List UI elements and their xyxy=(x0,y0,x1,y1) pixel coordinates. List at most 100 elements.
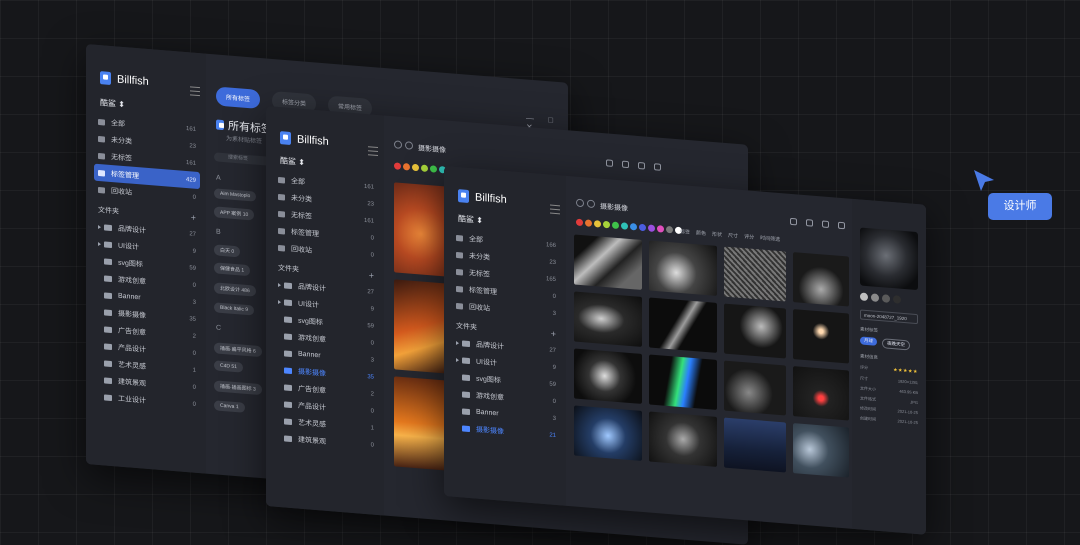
filter-icon[interactable] xyxy=(806,219,813,227)
thumbnail[interactable] xyxy=(394,279,448,374)
thumbnail[interactable] xyxy=(724,246,786,302)
filter-shape[interactable]: 形状 xyxy=(712,231,722,239)
thumbnail[interactable] xyxy=(649,411,717,467)
tag-pill[interactable]: Aim Mastoplo xyxy=(214,188,257,202)
thumbnail[interactable] xyxy=(793,423,849,478)
color-swatch[interactable] xyxy=(621,222,628,230)
color-swatch[interactable] xyxy=(639,223,646,232)
back-icon[interactable] xyxy=(576,198,584,208)
back-icon[interactable] xyxy=(394,140,402,149)
tag-pill[interactable]: 插画·插画图标 3 xyxy=(214,380,262,396)
color-swatch[interactable] xyxy=(576,218,583,227)
tag-pill[interactable]: APP 案例 10 xyxy=(214,206,255,221)
thumbnail[interactable] xyxy=(649,240,717,296)
tag-pill[interactable]: Black Italic 9 xyxy=(214,302,255,316)
thumbnail[interactable] xyxy=(793,366,849,421)
thumbnail[interactable] xyxy=(649,297,717,353)
palette-swatch[interactable] xyxy=(871,293,879,302)
palette-swatch[interactable] xyxy=(860,292,868,302)
thumbnail[interactable] xyxy=(724,417,786,473)
tag-pill[interactable]: 保健食品 1 xyxy=(214,262,251,277)
rating-stars[interactable]: ★★★★★ xyxy=(893,367,918,375)
view-tools xyxy=(606,159,661,171)
tag-chip[interactable]: 月球 xyxy=(860,336,877,346)
filter-date[interactable]: 时间筛选 xyxy=(760,234,780,243)
hamburger-icon[interactable] xyxy=(550,204,560,215)
tag-pill[interactable]: Canva 1 xyxy=(214,400,245,413)
color-swatch[interactable] xyxy=(394,162,401,170)
thumbnail[interactable] xyxy=(574,348,642,404)
thumbnail[interactable] xyxy=(574,291,642,347)
search-icon[interactable] xyxy=(790,217,797,226)
tag-search-input[interactable]: 搜索标签 xyxy=(214,152,274,167)
palette-swatch[interactable] xyxy=(893,295,901,304)
tag-pill[interactable]: 北欧设计 486 xyxy=(214,282,256,297)
tag-pill[interactable]: C4D 51 xyxy=(214,360,243,373)
color-swatch[interactable] xyxy=(666,225,673,234)
thumbnail[interactable] xyxy=(574,405,642,461)
color-swatch[interactable] xyxy=(421,164,428,173)
expand-caret-icon[interactable] xyxy=(278,282,281,287)
app-name: Billfish xyxy=(475,190,507,206)
color-swatch[interactable] xyxy=(630,222,637,231)
color-swatch[interactable] xyxy=(403,163,410,171)
thumbnail[interactable] xyxy=(793,252,849,307)
tag-pill[interactable]: 白天 0 xyxy=(214,244,241,258)
filter-tags[interactable]: 标签 xyxy=(680,228,690,236)
folder-icon xyxy=(462,356,470,364)
filter-icon[interactable] xyxy=(622,160,629,169)
forward-icon[interactable] xyxy=(587,199,595,209)
color-swatch[interactable] xyxy=(594,220,601,228)
add-folder-icon[interactable]: + xyxy=(369,270,374,280)
hamburger-icon[interactable] xyxy=(368,146,378,157)
tag-chip[interactable]: 夜晚天空 xyxy=(882,338,910,351)
palette-swatch[interactable] xyxy=(882,294,890,303)
expand-caret-icon[interactable] xyxy=(278,299,281,304)
tag-pill[interactable]: 插画·扁平风格 6 xyxy=(214,342,262,358)
folder-icon xyxy=(462,373,470,381)
thumbnail[interactable] xyxy=(649,354,717,410)
library-switcher[interactable]: 酷鲨 ⬍ xyxy=(280,155,305,168)
layout-icon[interactable] xyxy=(638,161,645,170)
thumbnail[interactable] xyxy=(724,303,786,359)
color-swatch[interactable] xyxy=(603,220,610,229)
library-switcher[interactable]: 酷鲨 ⬍ xyxy=(458,213,483,226)
expand-caret-icon[interactable] xyxy=(98,241,101,246)
filter-color[interactable]: 颜色 xyxy=(696,229,706,237)
grid-icon xyxy=(278,176,285,184)
sidebar-nav: 全部 161 未分类 23 无标签 161 标签管理 429 回收站 0 文件夹 + 品牌设… xyxy=(94,113,200,414)
search-icon[interactable] xyxy=(606,159,613,167)
color-swatch[interactable] xyxy=(430,165,437,173)
hamburger-icon[interactable] xyxy=(190,86,200,97)
filter-rating[interactable]: 评分 xyxy=(744,233,754,241)
color-swatch[interactable] xyxy=(412,163,419,172)
color-swatch[interactable] xyxy=(657,225,664,233)
filter-size[interactable]: 尺寸 xyxy=(728,232,738,240)
expand-caret-icon[interactable] xyxy=(456,340,459,345)
expand-caret-icon[interactable] xyxy=(98,224,101,229)
expand-caret-icon[interactable] xyxy=(456,357,459,362)
tag-group-letter: A xyxy=(216,174,221,182)
thumbnail[interactable] xyxy=(394,182,448,277)
color-swatch[interactable] xyxy=(648,224,655,232)
designer-badge: 设计师 xyxy=(988,193,1052,220)
add-folder-icon[interactable]: + xyxy=(551,329,556,339)
billfish-logo-icon xyxy=(100,71,111,86)
uncategorized-icon xyxy=(278,193,285,201)
add-folder-icon[interactable]: + xyxy=(191,212,196,222)
info-icon[interactable] xyxy=(654,163,661,171)
library-switcher[interactable]: 酷鲨 ⬍ xyxy=(100,97,125,110)
thumbnail[interactable] xyxy=(724,360,786,416)
color-swatch[interactable] xyxy=(612,221,619,230)
thumbnail[interactable] xyxy=(394,376,448,471)
forward-icon[interactable] xyxy=(405,141,413,150)
preview-image[interactable] xyxy=(860,227,918,291)
filename-field[interactable]: moon-2048727_1920 xyxy=(860,309,918,325)
layout-icon[interactable] xyxy=(822,220,829,228)
info-icon[interactable] xyxy=(838,221,845,230)
folder-icon xyxy=(104,325,112,333)
tab-all-tags[interactable]: 所有标签 xyxy=(216,86,261,110)
thumbnail[interactable] xyxy=(793,309,849,364)
color-swatch[interactable] xyxy=(585,219,592,227)
thumbnail[interactable] xyxy=(574,234,642,290)
